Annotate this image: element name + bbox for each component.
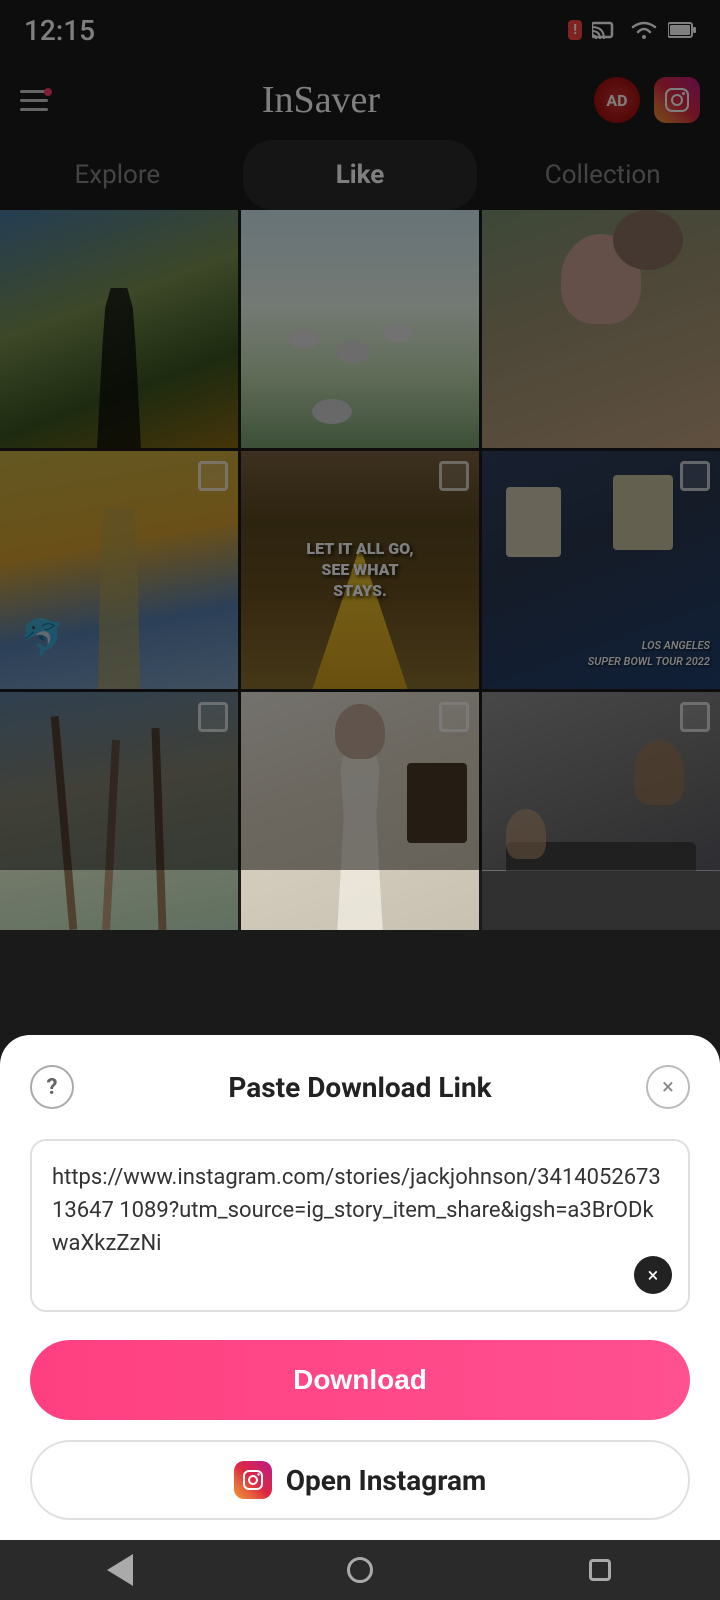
instagram-small-icon	[234, 1461, 272, 1499]
nav-home-button[interactable]	[335, 1545, 385, 1595]
download-button[interactable]: Download	[30, 1340, 690, 1420]
modal-overlay	[0, 0, 720, 870]
modal-header: ? Paste Download Link ×	[30, 1065, 690, 1109]
paste-download-modal: ? Paste Download Link × https://www.inst…	[0, 1035, 720, 1540]
navigation-bar	[0, 1540, 720, 1600]
url-input-text: https://www.instagram.com/stories/jackjo…	[52, 1165, 661, 1256]
open-instagram-button[interactable]: Open Instagram	[30, 1440, 690, 1520]
home-icon	[347, 1557, 373, 1583]
modal-close-button[interactable]: ×	[646, 1065, 690, 1109]
open-instagram-label: Open Instagram	[286, 1464, 487, 1497]
help-icon[interactable]: ?	[30, 1065, 74, 1109]
url-input-container[interactable]: https://www.instagram.com/stories/jackjo…	[30, 1139, 690, 1312]
recents-icon	[589, 1559, 611, 1581]
nav-back-button[interactable]	[95, 1545, 145, 1595]
modal-title: Paste Download Link	[74, 1071, 646, 1104]
back-icon	[107, 1554, 133, 1586]
clear-url-button[interactable]: ×	[634, 1256, 672, 1294]
nav-recents-button[interactable]	[575, 1545, 625, 1595]
